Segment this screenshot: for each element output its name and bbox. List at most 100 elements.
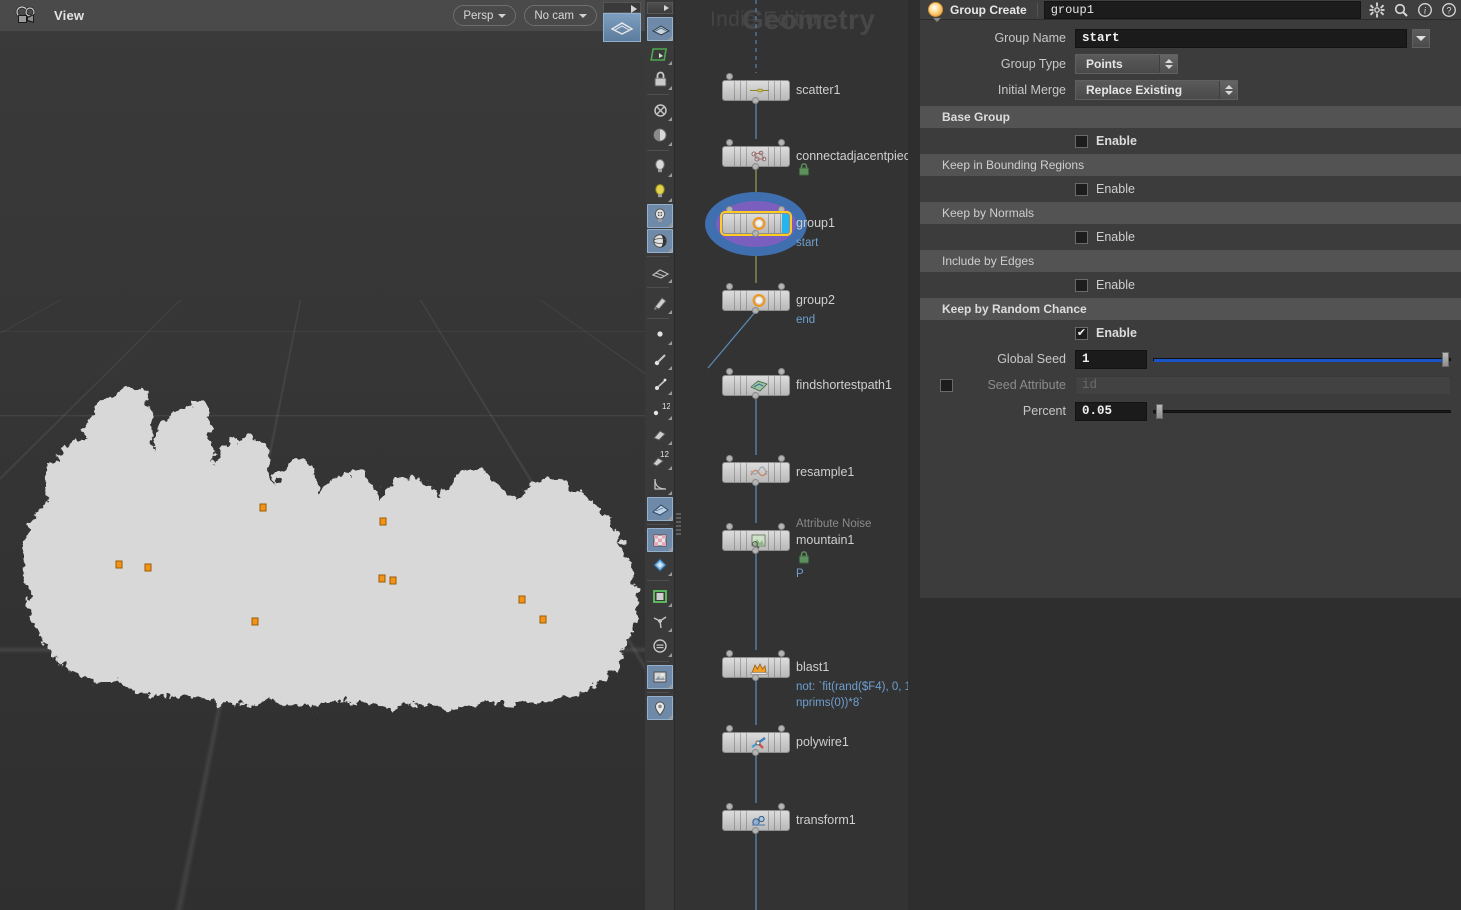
gear-icon[interactable] bbox=[1365, 0, 1389, 20]
ghost-toggle-icon[interactable] bbox=[647, 98, 673, 122]
node-input-connector[interactable] bbox=[726, 73, 733, 80]
include-by-edges-enable-checkbox[interactable] bbox=[1075, 278, 1088, 292]
section-header-keep-by-normals[interactable]: Keep by Normals bbox=[920, 202, 1461, 224]
display-geometry-icon[interactable] bbox=[646, 17, 673, 41]
node-body[interactable] bbox=[722, 146, 790, 167]
node-body[interactable] bbox=[722, 732, 790, 753]
node-input-connector[interactable] bbox=[726, 803, 733, 810]
light-bulb-key-icon[interactable] bbox=[647, 179, 673, 203]
network-node[interactable]: polywire1 bbox=[722, 725, 849, 756]
section-header-keep-by-random-chance[interactable]: Keep by Random Chance bbox=[920, 298, 1461, 320]
node-body[interactable] bbox=[722, 290, 790, 311]
viewport-3d[interactable]: View Persp No cam bbox=[0, 0, 645, 910]
info-icon[interactable]: i bbox=[1413, 0, 1437, 20]
toolshelf-collapse-handle[interactable] bbox=[646, 2, 673, 14]
thumbnail-expand-bar[interactable] bbox=[603, 2, 641, 13]
keep-in-bounding-regions-enable-checkbox[interactable] bbox=[1075, 182, 1088, 196]
light-bulb-icon[interactable] bbox=[647, 154, 673, 178]
node-input-connector-2[interactable] bbox=[778, 283, 785, 290]
select-geometry-icon[interactable] bbox=[647, 42, 673, 66]
background-image-icon[interactable] bbox=[646, 665, 673, 689]
node-input-connector-2[interactable] bbox=[778, 368, 785, 375]
node-input-connector[interactable] bbox=[726, 139, 733, 146]
bounding-box-icon[interactable] bbox=[647, 584, 673, 608]
lock-flag-icon[interactable] bbox=[798, 163, 810, 181]
seed-attribute-toggle[interactable] bbox=[940, 378, 953, 392]
seed-attribute-input[interactable]: id bbox=[1075, 375, 1451, 395]
curve-display-icon[interactable] bbox=[647, 472, 673, 496]
shading-sphere-icon[interactable] bbox=[647, 123, 673, 147]
point-marker-icon[interactable] bbox=[647, 372, 673, 396]
node-input-connector-2[interactable] bbox=[778, 650, 785, 657]
node-input-connector[interactable] bbox=[726, 725, 733, 732]
help-icon[interactable]: ? bbox=[1437, 0, 1461, 20]
node-display-flag[interactable] bbox=[782, 214, 789, 233]
prim-number-icon[interactable]: 12 bbox=[647, 447, 673, 471]
group-node-icon[interactable] bbox=[928, 2, 943, 22]
headlight-icon[interactable] bbox=[646, 204, 673, 228]
network-node[interactable]: scatter1 bbox=[722, 73, 840, 104]
network-node[interactable]: findshortestpath1 bbox=[722, 368, 892, 399]
global-seed-slider[interactable] bbox=[1153, 351, 1451, 367]
viewport-display-toolbar[interactable]: 12 12 bbox=[645, 0, 675, 910]
percent-input[interactable]: 0.05 bbox=[1075, 401, 1147, 421]
texture-display-icon[interactable] bbox=[646, 528, 673, 552]
grid-display-icon[interactable] bbox=[647, 634, 673, 658]
camera-dropdown[interactable]: No cam bbox=[524, 5, 597, 26]
node-input-connector-2[interactable] bbox=[778, 803, 785, 810]
percent-slider[interactable] bbox=[1153, 403, 1451, 419]
node-input-connector-2[interactable] bbox=[778, 523, 785, 530]
paint-display-icon[interactable] bbox=[647, 291, 673, 315]
network-node[interactable]: blast1 not: `fit(rand($F4), 0, 1, 0, nprim… bbox=[722, 650, 920, 709]
node-body[interactable] bbox=[722, 530, 790, 551]
node-path-input[interactable]: group1 bbox=[1043, 0, 1361, 19]
point-number-icon[interactable]: 12 bbox=[647, 397, 673, 421]
base-group-enable-checkbox[interactable] bbox=[1075, 134, 1088, 148]
camera-thumbnail-icon[interactable] bbox=[603, 13, 641, 42]
stepper-icon[interactable] bbox=[1219, 81, 1237, 99]
section-header-include-by-edges[interactable]: Include by Edges bbox=[920, 250, 1461, 272]
network-node[interactable]: group2 end bbox=[722, 283, 835, 326]
material-diamond-icon[interactable] bbox=[647, 553, 673, 577]
keep-by-normals-enable-checkbox[interactable] bbox=[1075, 230, 1088, 244]
network-node[interactable]: resample1 bbox=[722, 455, 854, 486]
node-body[interactable] bbox=[722, 657, 790, 678]
prim-marker-icon[interactable] bbox=[647, 422, 673, 446]
node-input-connector-2[interactable] bbox=[778, 455, 785, 462]
initial-merge-dropdown[interactable]: Replace Existing bbox=[1075, 80, 1238, 100]
network-editor[interactable]: Indie Edition Geometry scatter1 connectad… bbox=[676, 0, 920, 910]
node-input-connector[interactable] bbox=[726, 650, 733, 657]
point-display-icon[interactable] bbox=[647, 322, 673, 346]
point-normal-icon[interactable] bbox=[647, 347, 673, 371]
wireframe-shade-icon[interactable] bbox=[647, 260, 673, 284]
section-header-base-group[interactable]: Base Group bbox=[920, 106, 1461, 128]
node-body[interactable] bbox=[722, 462, 790, 483]
origin-axes-icon[interactable] bbox=[647, 609, 673, 633]
group-type-dropdown[interactable]: Points bbox=[1075, 54, 1178, 74]
lock-icon[interactable] bbox=[647, 67, 673, 91]
global-seed-input[interactable]: 1 bbox=[1075, 349, 1147, 369]
node-body[interactable] bbox=[722, 213, 790, 234]
random-enable-checkbox[interactable] bbox=[1075, 326, 1088, 340]
node-input-connector[interactable] bbox=[726, 455, 733, 462]
camera-thumbnail-panel[interactable] bbox=[603, 2, 641, 42]
node-body[interactable] bbox=[722, 80, 790, 101]
node-body[interactable] bbox=[722, 810, 790, 831]
search-icon[interactable] bbox=[1389, 0, 1413, 20]
network-node[interactable]: connectadjacentpieces1 bbox=[722, 139, 920, 176]
node-input-connector[interactable] bbox=[726, 283, 733, 290]
lock-flag-icon[interactable] bbox=[798, 551, 810, 569]
uv-display-icon[interactable] bbox=[646, 497, 673, 521]
viewport-scene[interactable] bbox=[0, 0, 645, 910]
parameter-panel[interactable]: Group Create group1 i ? Group Name start… bbox=[920, 0, 1461, 598]
network-node[interactable]: transform1 bbox=[722, 803, 856, 834]
group-name-input[interactable]: start bbox=[1075, 28, 1407, 48]
network-scroll-markers[interactable] bbox=[676, 513, 683, 535]
section-header-keep-in-bounding-regions[interactable]: Keep in Bounding Regions bbox=[920, 154, 1461, 176]
node-input-connector[interactable] bbox=[726, 523, 733, 530]
node-input-connector-2[interactable] bbox=[778, 725, 785, 732]
node-body[interactable] bbox=[722, 375, 790, 396]
group-name-menu-button[interactable] bbox=[1412, 28, 1430, 48]
stepper-icon[interactable] bbox=[1159, 55, 1177, 73]
node-input-connector[interactable] bbox=[726, 206, 733, 213]
